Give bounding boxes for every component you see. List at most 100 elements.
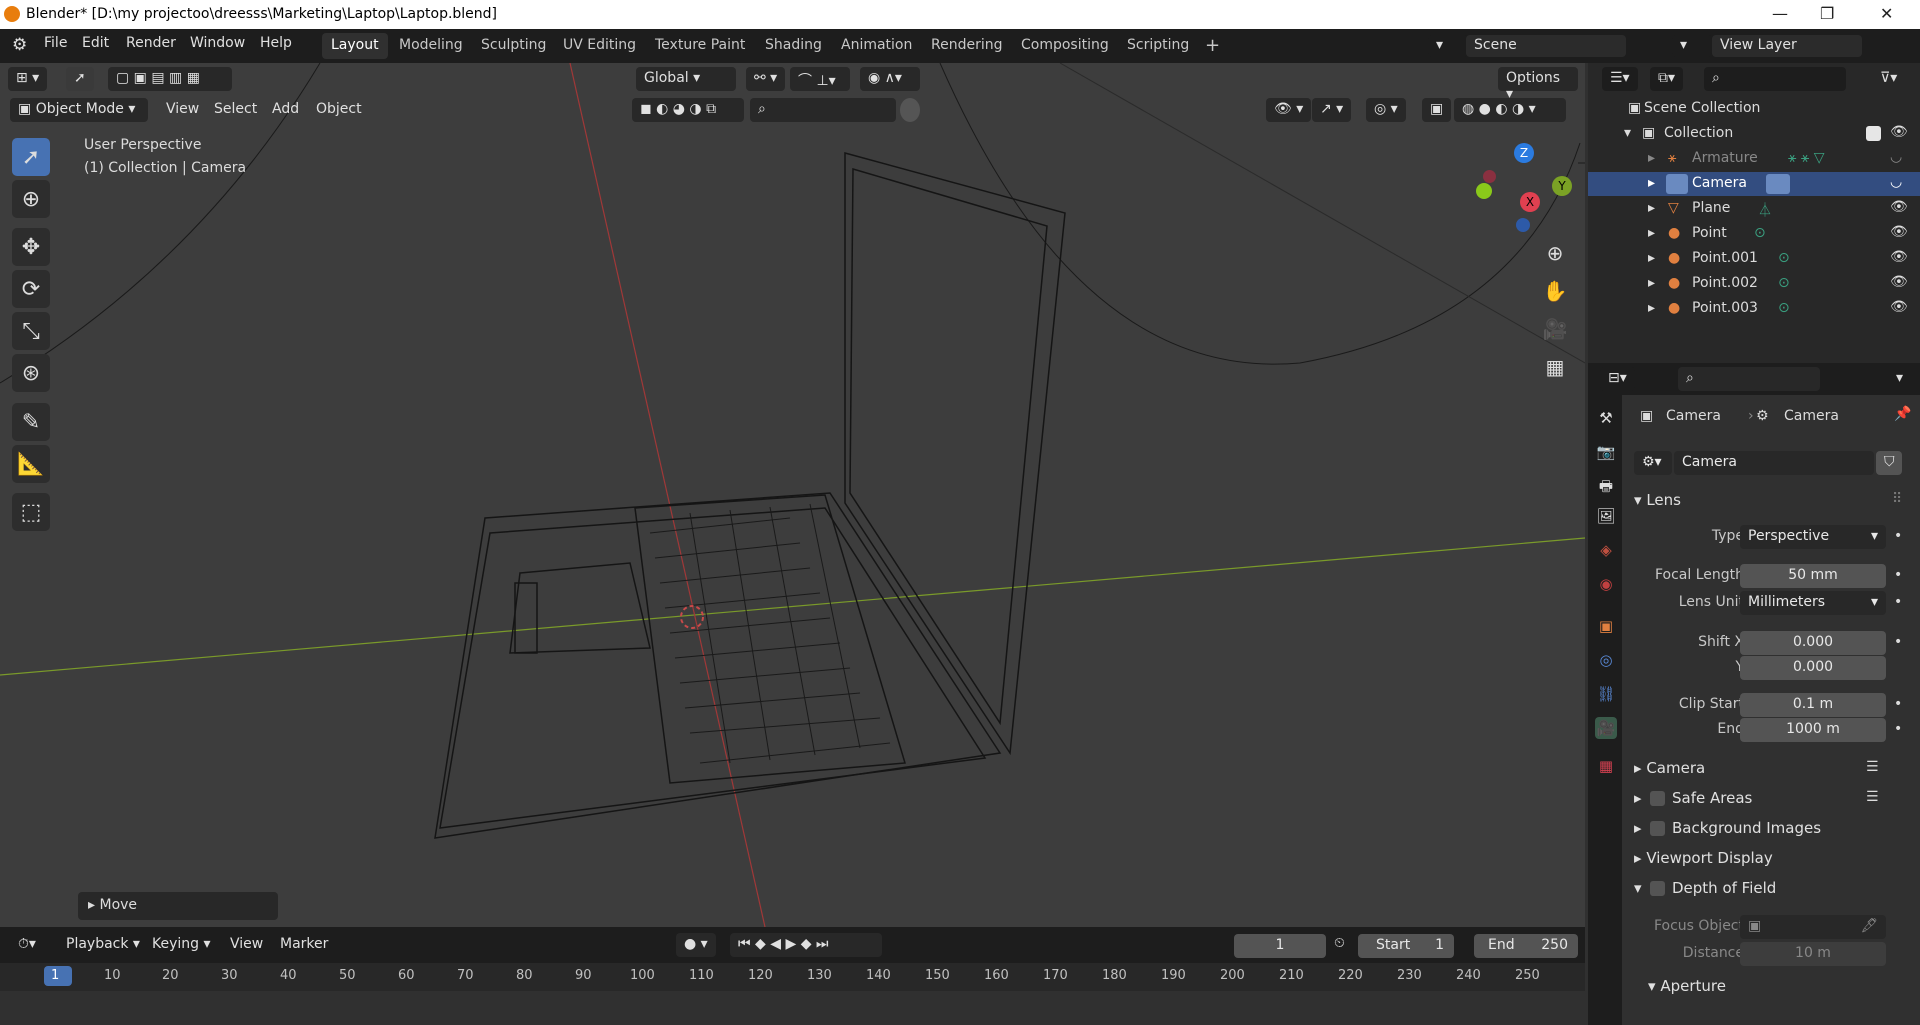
current-frame-field[interactable]: 1 bbox=[1234, 934, 1326, 958]
visibility-filter-icons[interactable]: ◼ ◐ ◕ ◑ ⧉ bbox=[632, 98, 744, 122]
plane-eye-icon[interactable]: 👁 bbox=[1890, 199, 1908, 215]
physics-tab-icon[interactable]: ◎ bbox=[1595, 649, 1617, 671]
camera-eye-icon[interactable]: ◡ bbox=[1890, 174, 1902, 190]
timeline-menu-playback[interactable]: Playback ▾ bbox=[58, 933, 148, 957]
distance-field[interactable]: 10 m bbox=[1740, 942, 1886, 966]
outliner-item-point-003[interactable]: ▸ ● Point.003 ⊙ 👁 bbox=[1588, 297, 1920, 321]
background-images-checkbox[interactable] bbox=[1650, 821, 1665, 836]
gizmo-x-axis[interactable]: X bbox=[1520, 192, 1540, 212]
lens-unit-keyframe-dot[interactable]: • bbox=[1894, 594, 1902, 610]
clip-end-keyframe-dot[interactable]: • bbox=[1894, 721, 1902, 737]
render-tab-icon[interactable]: 📷 bbox=[1595, 441, 1617, 463]
menu-edit[interactable]: Edit bbox=[82, 35, 109, 51]
selectability-icon[interactable]: 👁 ▾ bbox=[1266, 98, 1312, 122]
fake-user-shield-icon[interactable]: ⛉ bbox=[1876, 451, 1902, 475]
filter-toggle-icon[interactable] bbox=[900, 98, 920, 122]
tab-uv-editing[interactable]: UV Editing bbox=[554, 33, 645, 59]
ortho-grid-icon[interactable]: ▦ bbox=[1540, 355, 1570, 385]
camera-datablock-browse-icon[interactable]: ⚙▾ bbox=[1634, 451, 1672, 475]
cursor-tool-icon[interactable]: ⊕ bbox=[12, 180, 50, 218]
point001-eye-icon[interactable]: 👁 bbox=[1890, 249, 1908, 265]
plane-expand-icon[interactable]: ▸ bbox=[1648, 200, 1655, 216]
editor-type-button[interactable]: ⊞ ▾ bbox=[8, 67, 48, 91]
viewport-menu-select[interactable]: Select bbox=[206, 98, 265, 122]
last-operator-panel[interactable]: ▸ Move bbox=[78, 892, 278, 920]
add-workspace-button[interactable]: + bbox=[1196, 31, 1229, 57]
collection-expand-icon[interactable]: ▾ bbox=[1624, 125, 1631, 141]
tab-texture-paint[interactable]: Texture Paint bbox=[646, 33, 754, 59]
menu-file[interactable]: File bbox=[44, 35, 67, 51]
rotate-tool-icon[interactable]: ⟳ bbox=[12, 270, 50, 308]
depth-of-field-checkbox[interactable] bbox=[1650, 881, 1665, 896]
collection-checkbox[interactable] bbox=[1866, 126, 1881, 141]
viewport-search-icon[interactable]: ⌕ bbox=[750, 98, 896, 122]
background-images-section-header[interactable]: ▸ bbox=[1634, 819, 1642, 837]
pivot-point-icon[interactable]: ⚯ ▾ bbox=[746, 67, 786, 91]
overlays-toggle-icon[interactable]: ◎ ▾ bbox=[1366, 98, 1406, 122]
output-tab-icon[interactable]: 🖶 bbox=[1595, 475, 1617, 497]
gizmo-z-axis[interactable]: Z bbox=[1514, 143, 1534, 163]
view-layer-field[interactable]: View Layer bbox=[1712, 35, 1862, 57]
shading-mode-icons[interactable]: ◍ ● ◐ ◑ ▾ bbox=[1454, 98, 1566, 122]
focus-object-field[interactable]: ▣ 🖋 bbox=[1740, 915, 1886, 939]
aperture-section-header[interactable]: ▾ Aperture bbox=[1648, 977, 1726, 995]
zoom-icon[interactable]: ⊕ bbox=[1540, 241, 1570, 271]
tool-tab-icon[interactable]: ⚒ bbox=[1595, 407, 1617, 429]
safe-areas-checkbox[interactable] bbox=[1650, 791, 1665, 806]
record-keyframe-icon[interactable]: ● ▾ bbox=[676, 933, 716, 957]
tab-animation[interactable]: Animation bbox=[832, 33, 921, 59]
clip-start-keyframe-dot[interactable]: • bbox=[1894, 696, 1902, 712]
safe-areas-section-header[interactable]: ▸ bbox=[1634, 789, 1642, 807]
3d-viewport[interactable]: ⊞ ▾ ➚ ▢ ▣ ▤ ▥ ▦ Global ▾ ⚯ ▾ ⌒ ⊥▾ ◉ ∧▾ O… bbox=[0, 63, 1585, 927]
outliner-scene-collection[interactable]: ▣ Scene Collection bbox=[1588, 97, 1920, 121]
timeline-menu-keying[interactable]: Keying ▾ bbox=[144, 933, 219, 957]
add-cube-tool-icon[interactable]: ⬚ bbox=[12, 493, 50, 531]
properties-editor-type-icon[interactable]: ⊟▾ bbox=[1600, 367, 1635, 391]
outliner-item-point-001[interactable]: ▸ ● Point.001 ⊙ 👁 bbox=[1588, 247, 1920, 271]
gizmo-neg-x-dot[interactable] bbox=[1483, 170, 1496, 183]
properties-search-icon[interactable]: ⌕ bbox=[1678, 367, 1820, 391]
shift-x-field[interactable]: 0.000 bbox=[1740, 631, 1886, 655]
gizmo-y-axis[interactable]: Y bbox=[1552, 176, 1572, 196]
viewport-menu-view[interactable]: View bbox=[158, 98, 207, 122]
blender-menu-icon[interactable]: ⚙ bbox=[12, 35, 27, 55]
depth-of-field-section-header[interactable]: ▾ bbox=[1634, 879, 1642, 897]
selection-mode-buttons[interactable]: ▢ ▣ ▤ ▥ ▦ bbox=[108, 67, 232, 91]
minimize-button[interactable]: — bbox=[1772, 4, 1788, 23]
outliner-search-icon[interactable]: ⌕ bbox=[1704, 67, 1846, 91]
scene-field[interactable]: Scene bbox=[1466, 35, 1626, 57]
end-frame-field[interactable]: End 250 bbox=[1474, 934, 1578, 958]
texture-tab-icon[interactable]: ▦ bbox=[1595, 755, 1617, 777]
point002-expand-icon[interactable]: ▸ bbox=[1648, 275, 1655, 291]
camera-datablock-name[interactable]: Camera bbox=[1674, 451, 1874, 475]
safe-areas-presets-icon[interactable]: ☰ bbox=[1866, 789, 1879, 805]
outliner-item-armature[interactable]: ▸ ⚹ Armature ⚹ ⚹ ▽ ◡ bbox=[1588, 147, 1920, 171]
view-layer-icon[interactable]: ▾ bbox=[1672, 35, 1712, 57]
menu-help[interactable]: Help bbox=[260, 35, 292, 51]
armature-expand-icon[interactable]: ▸ bbox=[1648, 150, 1655, 166]
point002-eye-icon[interactable]: 👁 bbox=[1890, 274, 1908, 290]
gizmo-neg-z-dot[interactable] bbox=[1516, 218, 1530, 232]
select-tool-icon[interactable]: ➚ bbox=[12, 138, 50, 176]
viewport-menu-add[interactable]: Add bbox=[264, 98, 307, 122]
options-dropdown[interactable]: Options ▾ bbox=[1498, 67, 1578, 102]
world-tab-icon[interactable]: ◉ bbox=[1595, 573, 1617, 595]
menu-window[interactable]: Window bbox=[190, 35, 245, 51]
pin-icon[interactable]: 📌 bbox=[1894, 406, 1911, 422]
preview-range-icon[interactable]: ⏲ bbox=[1334, 935, 1345, 951]
scene-selector-icon[interactable]: ▾ bbox=[1428, 35, 1468, 57]
viewport-menu-object[interactable]: Object bbox=[308, 98, 370, 122]
tab-scripting[interactable]: Scripting bbox=[1118, 33, 1198, 59]
tab-shading[interactable]: Shading bbox=[756, 33, 831, 59]
armature-eye-icon[interactable]: ◡ bbox=[1890, 149, 1902, 165]
menu-render[interactable]: Render bbox=[126, 35, 176, 51]
lens-unit-dropdown[interactable]: Millimeters ▾ bbox=[1740, 591, 1886, 615]
outliner-item-point-002[interactable]: ▸ ● Point.002 ⊙ 👁 bbox=[1588, 272, 1920, 296]
camera-data-tab-icon[interactable]: 🎥 bbox=[1595, 717, 1617, 739]
outliner-display-mode-icon[interactable]: ⧉▾ bbox=[1650, 67, 1684, 91]
proportional-editing-icon[interactable]: ◉ ∧▾ bbox=[860, 67, 920, 91]
point-eye-icon[interactable]: 👁 bbox=[1890, 224, 1908, 240]
focal-length-field[interactable]: 50 mm bbox=[1740, 564, 1886, 588]
view-layer-tab-icon[interactable]: 🖼 bbox=[1595, 505, 1617, 527]
tab-compositing[interactable]: Compositing bbox=[1012, 33, 1118, 59]
